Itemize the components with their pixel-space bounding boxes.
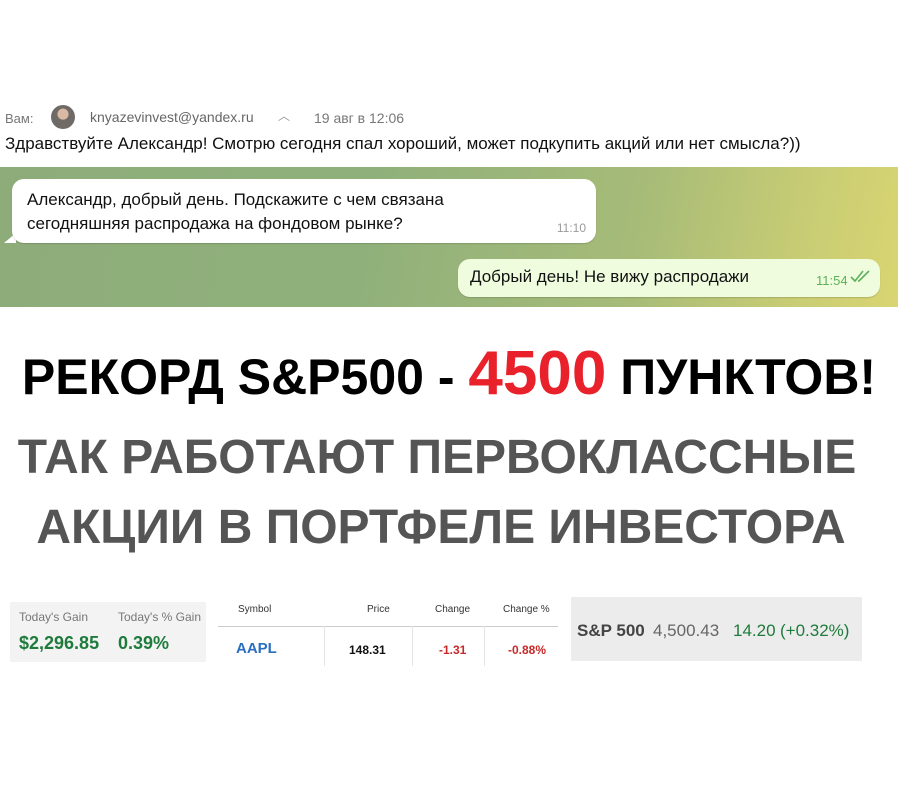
incoming-message[interactable]: Александр, добрый день. Подскажите с чем… — [12, 179, 596, 243]
double-check-icon — [850, 270, 870, 283]
sp500-index-widget: S&P 500 4,500.43 14.20 (+0.32%) — [571, 597, 862, 661]
col-divider — [484, 626, 485, 666]
headline-line-2: ТАК РАБОТАЮТ ПЕРВОКЛАССНЫЕ — [17, 431, 857, 484]
quote-table: Symbol Price Change Change % AAPL 148.31… — [218, 598, 562, 668]
email-body: Здравствуйте Александр! Смотрю сегодня с… — [5, 134, 801, 153]
incoming-message-time: 11:10 — [556, 221, 586, 235]
headline-line-3: АКЦИИ В ПОРТФЕЛЕ ИНВЕСТОРА — [36, 501, 846, 554]
sender-address[interactable]: knyazevinvest@yandex.ru — [90, 109, 254, 125]
recipient-label: Вам: — [5, 111, 34, 126]
header-divider — [218, 626, 558, 627]
quote-change-pct: -0.88% — [508, 643, 547, 657]
col-header-symbol: Symbol — [238, 604, 272, 615]
email-date: 19 авг в 12:06 — [314, 110, 405, 126]
index-change: 14.20 — [733, 621, 776, 640]
headline-number: 4500 — [468, 339, 607, 408]
headline-suffix: ПУНКТОВ! — [606, 349, 877, 405]
gain-label: Today's Gain — [19, 610, 88, 624]
outgoing-message-time: 11:54 — [816, 273, 848, 288]
col-header-price: Price — [367, 604, 390, 615]
gain-value: $2,296.85 — [19, 633, 100, 653]
col-divider — [412, 626, 413, 666]
quote-price: 148.31 — [349, 643, 386, 657]
headline-record: РЕКОРД S&P500 - 4500 ПУНКТОВ! — [0, 338, 898, 409]
chat-area: Александр, добрый день. Подскажите с чем… — [0, 167, 898, 307]
col-header-change: Change — [435, 604, 471, 615]
outgoing-message[interactable]: Добрый день! Не вижу распродажи 11:54 — [458, 259, 880, 297]
quote-symbol-link[interactable]: AAPL — [236, 640, 277, 657]
outgoing-message-text: Добрый день! Не вижу распродажи — [470, 267, 750, 286]
index-value: 4,500.43 — [653, 621, 720, 640]
todays-gain-widget: Today's Gain Today's % Gain $2,296.85 0.… — [10, 602, 206, 662]
col-divider — [324, 626, 325, 666]
gain-pct-label: Today's % Gain — [118, 610, 201, 624]
index-name: S&P 500 — [577, 621, 645, 640]
gain-pct-value: 0.39% — [118, 633, 170, 653]
index-change-pct: (+0.32%) — [780, 621, 850, 640]
avatar[interactable] — [51, 105, 75, 129]
headline-prefix: РЕКОРД S&P500 - — [21, 349, 469, 405]
quote-change: -1.31 — [439, 643, 467, 657]
col-header-change-pct: Change % — [503, 604, 550, 615]
incoming-message-text: Александр, добрый день. Подскажите с чем… — [27, 190, 444, 233]
chevron-up-icon[interactable]: ︿ — [278, 107, 290, 124]
email-header: Вам: knyazevinvest@yandex.ru ︿ 19 авг в … — [0, 100, 898, 160]
